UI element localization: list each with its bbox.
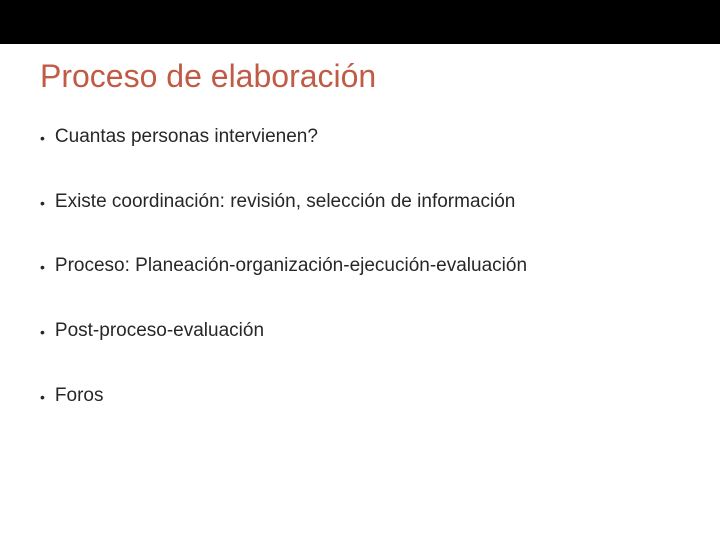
bullet-text: Post-proceso-evaluación — [55, 319, 680, 344]
bullet-icon: • — [40, 258, 45, 276]
bullet-icon: • — [40, 323, 45, 341]
bullet-icon: • — [40, 194, 45, 212]
list-item: • Existe coordinación: revisión, selecci… — [40, 190, 680, 215]
list-item: • Proceso: Planeación-organización-ejecu… — [40, 254, 680, 279]
list-item: • Post-proceso-evaluación — [40, 319, 680, 344]
bullet-text: Cuantas personas intervienen? — [55, 125, 680, 150]
bullet-icon: • — [40, 388, 45, 406]
slide-title: Proceso de elaboración — [40, 58, 680, 95]
bullet-text: Proceso: Planeación-organización-ejecuci… — [55, 254, 680, 279]
top-bar — [0, 0, 720, 44]
bullet-list: • Cuantas personas intervienen? • Existe… — [40, 125, 680, 408]
slide-content: Proceso de elaboración • Cuantas persona… — [0, 44, 720, 408]
list-item: • Foros — [40, 384, 680, 409]
bullet-text: Existe coordinación: revisión, selección… — [55, 190, 680, 215]
bullet-text: Foros — [55, 384, 680, 409]
list-item: • Cuantas personas intervienen? — [40, 125, 680, 150]
bullet-icon: • — [40, 129, 45, 147]
